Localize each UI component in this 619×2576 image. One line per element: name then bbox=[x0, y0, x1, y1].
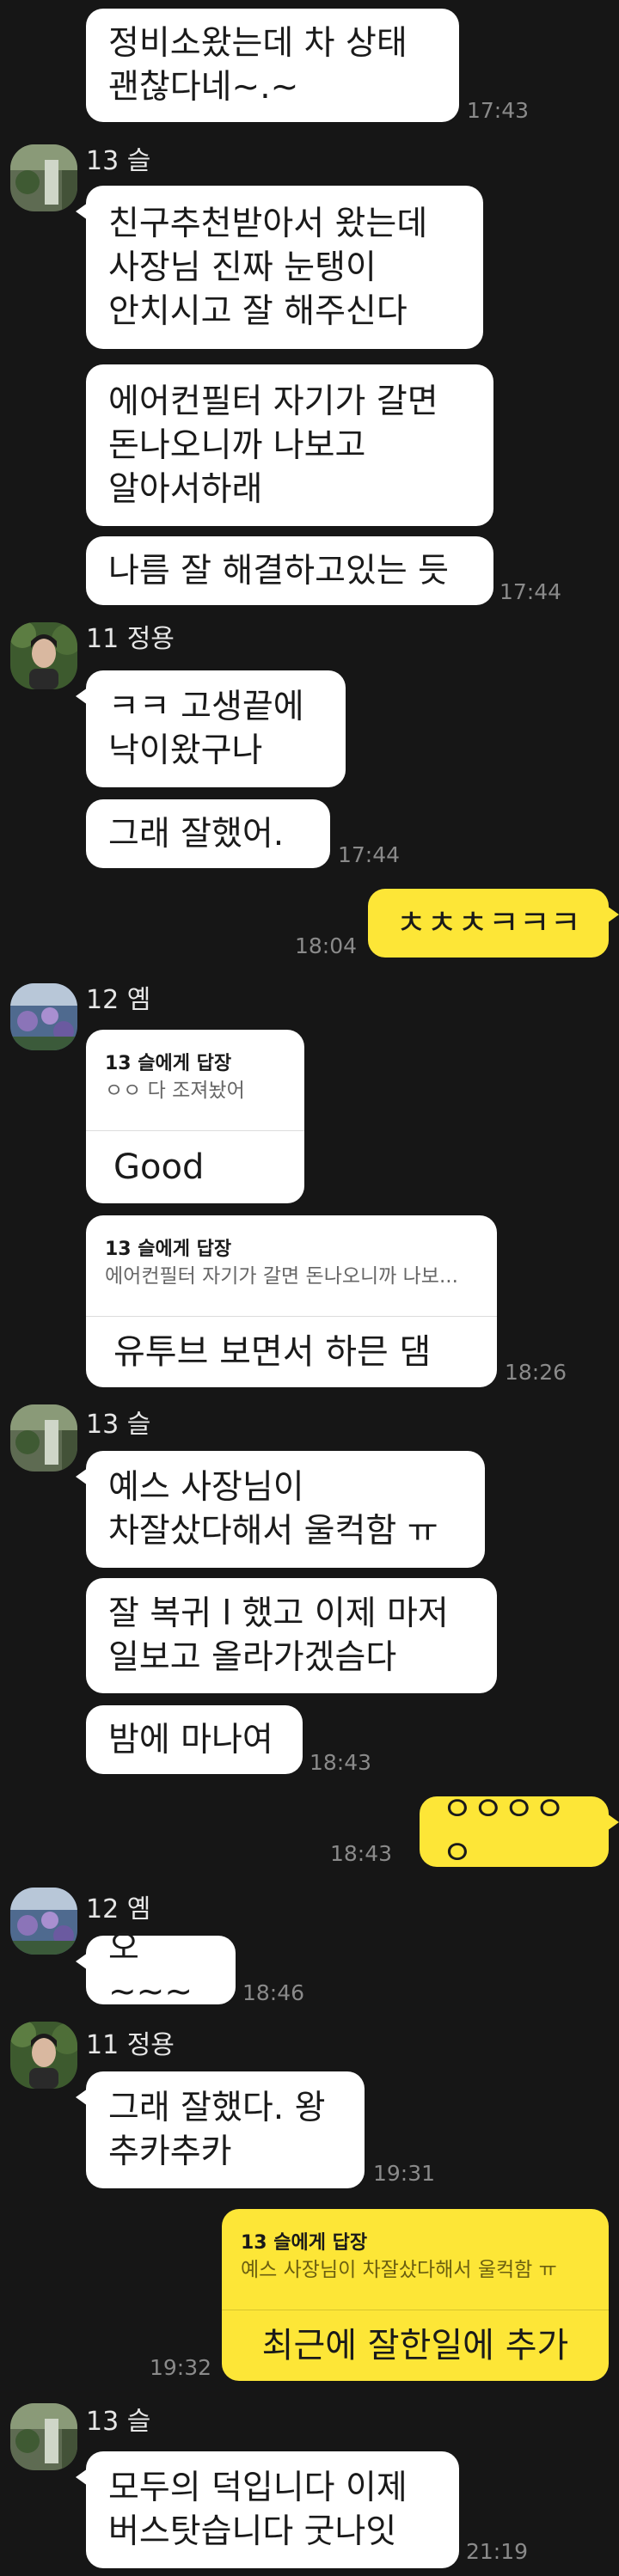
message-time: 19:31 bbox=[373, 2161, 436, 2186]
message-time: 18:43 bbox=[330, 1841, 393, 1866]
reply-quote-header: 13 슬에게 답장 예스 사장님이 차잘샀다해서 울컥함 ㅠ bbox=[222, 2209, 609, 2310]
message-time: 21:19 bbox=[466, 2539, 529, 2564]
my-reply-message-card[interactable]: 13 슬에게 답장 예스 사장님이 차잘샀다해서 울컥함 ㅠ 최근에 잘한일에 … bbox=[222, 2209, 609, 2381]
reply-quote-text: ㅇㅇ 다 조져놨어 bbox=[105, 1080, 245, 1102]
message-bubble[interactable]: 그래 잘했다. 왕 추카추카 bbox=[76, 2071, 365, 2188]
message-bubble[interactable]: 밤에 마나여 bbox=[86, 1705, 303, 1774]
message-bubble[interactable]: 잘 복귀 l 했고 이제 마저 일보고 올라가겠슴다 bbox=[86, 1578, 497, 1693]
avatar-11[interactable] bbox=[10, 622, 77, 689]
message-bubble[interactable]: 그래 잘했어. bbox=[86, 799, 330, 868]
message-time: 18:26 bbox=[505, 1360, 567, 1385]
reply-target-label: 13 슬에게 답장 bbox=[105, 1239, 232, 1260]
reply-message-card[interactable]: 13 슬에게 답장 ㅇㅇ 다 조져놨어 Good bbox=[86, 1030, 304, 1203]
sender-name: 13 슬 bbox=[86, 1410, 151, 1440]
message-time: 18:43 bbox=[310, 1750, 372, 1775]
reply-target-label: 13 슬에게 답장 bbox=[241, 2232, 368, 2254]
avatar-12[interactable] bbox=[10, 1888, 77, 1955]
reply-message-text: Good bbox=[113, 1147, 205, 1187]
message-time: 19:32 bbox=[150, 2355, 212, 2380]
message-bubble[interactable]: 친구추천받아서 왔는데 사장님 진짜 눈탱이 안치시고 잘 해주신다 bbox=[76, 186, 483, 349]
sender-name: 12 옘 bbox=[86, 985, 151, 1015]
reply-quote-text: 에어컨필터 자기가 갈면 돈나오니까 나보... bbox=[105, 1265, 458, 1288]
reply-message-text: 최근에 잘한일에 추가 bbox=[261, 2326, 569, 2365]
my-message-bubble[interactable]: ㅇㅇㅇㅇㅇ bbox=[420, 1790, 619, 1873]
reply-message-card[interactable]: 13 슬에게 답장 에어컨필터 자기가 갈면 돈나오니까 나보... 유투브 보… bbox=[86, 1215, 497, 1387]
sender-name: 13 슬 bbox=[86, 146, 151, 176]
message-bubble[interactable]: 모두의 덕입니다 이제 버스탓습니다 굿나잇 bbox=[76, 2451, 459, 2568]
message-bubble[interactable]: 정비소왔는데 차 상태 괜찮다네~.~ bbox=[86, 9, 459, 122]
sender-name: 13 슬 bbox=[86, 2407, 151, 2437]
message-bubble[interactable]: 에어컨필터 자기가 갈면 돈나오니까 나보고 알아서하래 bbox=[86, 364, 493, 526]
reply-target-label: 13 슬에게 답장 bbox=[105, 1053, 232, 1074]
my-message-bubble[interactable]: ㅊㅊㅊㅋㅋㅋ bbox=[368, 889, 619, 958]
sender-name: 12 옘 bbox=[86, 1894, 151, 1924]
message-bubble[interactable]: 예스 사장님이 차잘샀다해서 울컥함 ㅠ bbox=[76, 1451, 485, 1568]
message-time: 17:44 bbox=[338, 842, 401, 867]
avatar-13[interactable] bbox=[10, 1404, 77, 1472]
sender-name: 11 정용 bbox=[86, 624, 175, 654]
avatar-11[interactable] bbox=[10, 2022, 77, 2089]
avatar-12[interactable] bbox=[10, 983, 77, 1050]
sender-name: 11 정용 bbox=[86, 2030, 175, 2060]
reply-quote-text: 예스 사장님이 차잘샀다해서 울컥함 ㅠ bbox=[241, 2259, 557, 2281]
message-bubble[interactable]: 오~~~ bbox=[76, 1929, 236, 2011]
message-time: 18:46 bbox=[242, 1980, 305, 2005]
avatar-13[interactable] bbox=[10, 2403, 77, 2470]
reply-quote-header: 13 슬에게 답장 ㅇㅇ 다 조져놨어 bbox=[86, 1030, 304, 1131]
message-time: 17:43 bbox=[467, 98, 530, 123]
reply-quote-header: 13 슬에게 답장 에어컨필터 자기가 갈면 돈나오니까 나보... bbox=[86, 1215, 497, 1317]
message-time: 17:44 bbox=[499, 579, 562, 604]
message-bubble[interactable]: 나름 잘 해결하고있는 듯 bbox=[86, 536, 493, 605]
avatar-13[interactable] bbox=[10, 144, 77, 211]
message-time: 18:04 bbox=[295, 933, 358, 958]
reply-message-text: 유투브 보면서 하믄 댐 bbox=[113, 1332, 432, 1372]
message-bubble[interactable]: ㅋㅋ 고생끝에 낙이왔구나 bbox=[76, 670, 346, 787]
